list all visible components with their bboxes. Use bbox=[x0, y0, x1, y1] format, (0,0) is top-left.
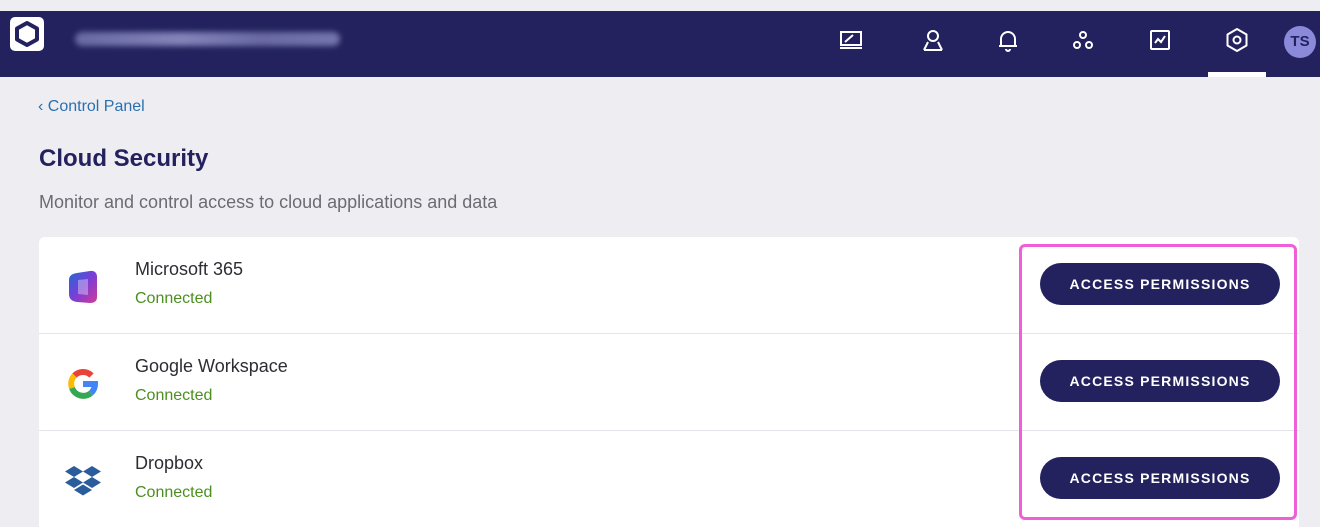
cloud-apps-list: Microsoft 365 Connected ACCESS PERMISSIO… bbox=[39, 237, 1299, 527]
status-badge: Connected bbox=[135, 387, 213, 404]
access-permissions-button[interactable]: ACCESS PERMISSIONS bbox=[1040, 457, 1280, 499]
users-icon[interactable] bbox=[920, 27, 946, 53]
user-avatar[interactable]: TS bbox=[1284, 26, 1316, 58]
list-item-dropbox: Dropbox Connected ACCESS PERMISSIONS bbox=[39, 430, 1299, 527]
status-badge: Connected bbox=[135, 290, 213, 307]
integrations-icon[interactable] bbox=[1070, 27, 1096, 53]
app-name: Google Workspace bbox=[135, 356, 288, 376]
app-name: Microsoft 365 bbox=[135, 259, 244, 279]
dropbox-icon bbox=[63, 461, 103, 501]
settings-icon[interactable] bbox=[1224, 27, 1250, 53]
top-navigation-bar: TS bbox=[0, 11, 1320, 77]
app-name: Dropbox bbox=[135, 453, 204, 473]
access-permissions-button[interactable]: ACCESS PERMISSIONS bbox=[1040, 360, 1280, 402]
page-subtitle: Monitor and control access to cloud appl… bbox=[39, 192, 498, 212]
page-title: Cloud Security bbox=[39, 145, 209, 172]
status-badge: Connected bbox=[135, 484, 213, 501]
list-item-microsoft-365: Microsoft 365 Connected ACCESS PERMISSIO… bbox=[39, 237, 1299, 333]
active-tab-indicator bbox=[1208, 72, 1266, 77]
app-logo-icon[interactable] bbox=[10, 17, 44, 51]
reports-icon[interactable] bbox=[1147, 27, 1173, 53]
google-icon bbox=[63, 364, 103, 404]
devices-icon[interactable] bbox=[838, 27, 864, 53]
breadcrumb-control-panel-link[interactable]: ‹ Control Panel bbox=[38, 98, 145, 116]
access-permissions-button[interactable]: ACCESS PERMISSIONS bbox=[1040, 263, 1280, 305]
list-item-google-workspace: Google Workspace Connected ACCESS PERMIS… bbox=[39, 333, 1299, 430]
organization-name-blurred bbox=[75, 32, 340, 46]
alerts-icon[interactable] bbox=[995, 27, 1021, 53]
microsoft-365-icon bbox=[63, 267, 103, 307]
